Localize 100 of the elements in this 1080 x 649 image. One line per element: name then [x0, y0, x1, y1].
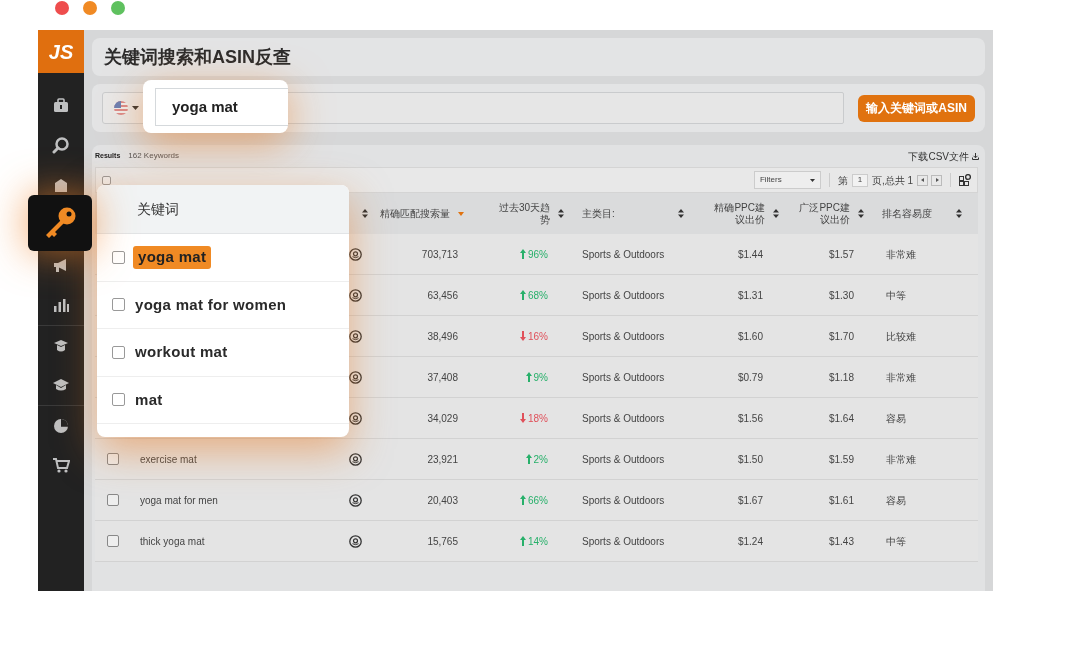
column-header[interactable]: 广泛PPC建议出价: [798, 201, 850, 226]
table-cell: $1.60: [737, 330, 763, 342]
sort-icon[interactable]: [956, 209, 962, 218]
bar-chart-icon: [52, 296, 70, 314]
table-cell: $1.56: [737, 412, 763, 424]
badge-icon[interactable]: [348, 534, 362, 548]
sort-icon[interactable]: [362, 209, 368, 218]
trend-cell: 68%: [520, 287, 548, 303]
checkbox[interactable]: [112, 298, 125, 312]
column-header[interactable]: 关键词: [137, 198, 179, 220]
badge-icon[interactable]: [348, 247, 362, 261]
badge-icon[interactable]: [348, 493, 362, 507]
keyword-option[interactable]: yoga mat for women: [133, 293, 287, 316]
app-logo: JS: [38, 30, 84, 73]
sidebar-item[interactable]: [28, 195, 92, 251]
badge-icon[interactable]: [348, 288, 362, 302]
table-cell: Sports & Outdoors: [582, 289, 665, 301]
table-cell: 38,496: [427, 330, 458, 342]
table-cell: $1.30: [828, 289, 854, 301]
trend-cell: 18%: [520, 410, 548, 426]
keyword-text: thick yoga mat: [140, 535, 205, 547]
sort-icon[interactable]: [678, 209, 684, 218]
checkbox[interactable]: [112, 393, 125, 407]
badge-icon[interactable]: [348, 411, 362, 425]
table-cell: 非常难: [886, 248, 916, 260]
table-cell: $1.61: [828, 494, 854, 506]
keyword-text: yoga mat for men: [140, 494, 218, 506]
sidebar-item[interactable]: [51, 135, 71, 155]
table-cell: 非常难: [886, 371, 916, 383]
trend-cell: 2%: [525, 451, 548, 467]
table-cell: 中等: [886, 289, 906, 301]
column-header[interactable]: 排名容易度: [882, 206, 932, 221]
keyword-option[interactable]: mat: [133, 388, 163, 411]
search-icon: [52, 136, 70, 154]
column-header[interactable]: 主类目:: [582, 206, 615, 221]
table-cell: $1.70: [828, 330, 854, 342]
table-cell: 比较难: [886, 330, 916, 342]
column-header[interactable]: 过去30天趋势: [498, 201, 550, 226]
right-triangle-icon: [934, 178, 939, 182]
checkbox[interactable]: [112, 250, 125, 264]
table-cell: Sports & Outdoors: [582, 248, 665, 260]
keyword-count: 162 Keywords: [128, 150, 179, 162]
download-icon[interactable]: [972, 152, 979, 160]
sidebar-item[interactable]: [51, 455, 71, 475]
table-cell: Sports & Outdoors: [582, 330, 665, 342]
page-field[interactable]: 1: [851, 173, 868, 187]
trend-cell: 14%: [520, 533, 548, 549]
caret-icon: [809, 178, 815, 182]
row-checkbox[interactable]: [106, 453, 119, 465]
table-cell: $0.79: [737, 371, 763, 383]
search-field[interactable]: yoga mat: [155, 87, 288, 126]
table-cell: Sports & Outdoors: [582, 494, 665, 506]
table-cell: 37,408: [427, 371, 458, 383]
table-cell: 容易: [886, 412, 906, 424]
previous-page-button[interactable]: [917, 174, 928, 186]
row-checkbox[interactable]: [106, 494, 119, 506]
table-cell: $1.67: [737, 494, 763, 506]
table-cell: 中等: [886, 535, 906, 547]
table-cell: 15,765: [427, 535, 458, 547]
cart-icon: [52, 456, 70, 474]
sort-icon[interactable]: [858, 209, 864, 218]
keyword-option[interactable]: yoga mat: [133, 246, 212, 269]
download-link[interactable]: 下载CSV文件: [908, 148, 979, 164]
keyword-text: exercise mat: [140, 453, 197, 465]
table-cell: Sports & Outdoors: [582, 453, 665, 465]
table-cell: $1.57: [828, 248, 854, 260]
row-checkbox[interactable]: [106, 535, 119, 547]
table-cell: $1.43: [828, 535, 854, 547]
left-triangle-icon: [920, 178, 925, 182]
table-cell: 703,713: [421, 248, 458, 260]
page-title: 关键词搜索和ASIN反查: [104, 45, 291, 69]
badge-icon[interactable]: [348, 329, 362, 343]
table-cell: $1.59: [828, 453, 854, 465]
flag-icon: [113, 101, 128, 115]
filters-dropdown[interactable]: Filters: [753, 171, 821, 189]
table-cell: 23,921: [427, 453, 458, 465]
column-settings-icon[interactable]: [959, 174, 971, 186]
keyword-option[interactable]: workout mat: [133, 341, 228, 364]
window-control[interactable]: [55, 1, 69, 15]
column-header[interactable]: 精确PPC建议出价: [713, 201, 765, 226]
sort-icon[interactable]: [773, 209, 779, 218]
table-cell: 20,403: [427, 494, 458, 506]
badge-icon[interactable]: [348, 452, 362, 466]
badge-icon[interactable]: [348, 370, 362, 384]
table-cell: $1.31: [737, 289, 763, 301]
pie-chart-icon: [52, 416, 70, 435]
table-cell: 非常难: [886, 453, 916, 465]
checkbox[interactable]: [112, 345, 125, 359]
select-all-checkbox[interactable]: [102, 175, 111, 185]
table-cell: $1.44: [737, 248, 763, 260]
table-cell: $1.50: [737, 453, 763, 465]
table-cell: $1.64: [828, 412, 854, 424]
sort-icon[interactable]: [558, 209, 564, 218]
page-total: 页,总共 1: [871, 173, 913, 188]
page-label: 第: [837, 173, 848, 188]
table-cell: $1.24: [737, 535, 763, 547]
next-page-button[interactable]: [931, 174, 942, 186]
table-cell: Sports & Outdoors: [582, 371, 665, 383]
table-cell: Sports & Outdoors: [582, 535, 665, 547]
column-header[interactable]: 精确匹配搜索量: [380, 206, 450, 221]
